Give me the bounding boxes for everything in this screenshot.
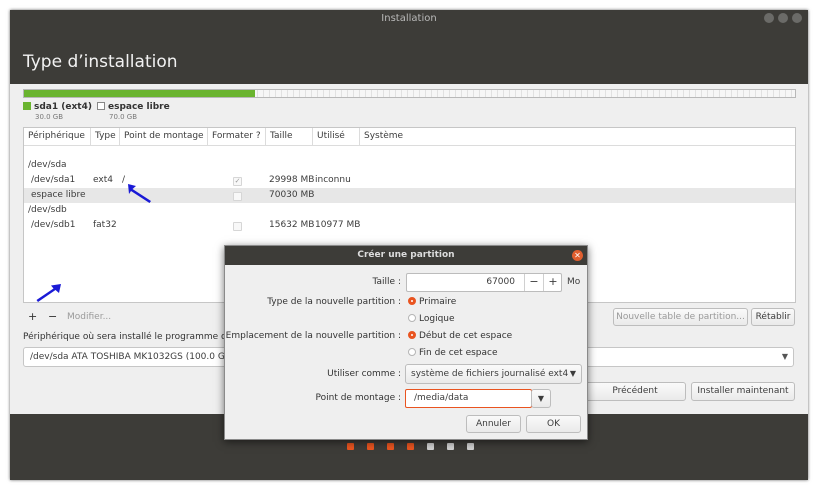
progress-dot-pending (447, 443, 454, 450)
size-input[interactable]: 67000 (486, 277, 515, 287)
annotation-arrow-icon (36, 284, 61, 302)
format-checkbox[interactable] (233, 222, 242, 231)
legend-size: 30.0 GB (35, 113, 64, 121)
close-button[interactable] (792, 13, 802, 23)
format-checkbox[interactable]: ✓ (233, 177, 242, 186)
progress-dot-done (387, 443, 394, 450)
maximize-button[interactable] (778, 13, 788, 23)
progress-dot-done (347, 443, 354, 450)
table-row[interactable]: /dev/sdb (24, 203, 795, 218)
size-unit: Mo (567, 277, 581, 287)
mount-point-dropdown-button[interactable]: ▼ (531, 389, 551, 408)
use-as-label: Utiliser comme : (327, 369, 401, 379)
progress-dot-pending (427, 443, 434, 450)
use-as-select[interactable]: système de fichiers journalisé ext4 ▼ (405, 364, 582, 384)
radio-label: Début de cet espace (419, 331, 513, 341)
partition-type-label: Type de la nouvelle partition : (267, 297, 401, 307)
table-row[interactable]: /dev/sdb1 fat32 15632 MB 10977 MB (24, 218, 795, 233)
col-mount[interactable]: Point de montage (120, 128, 208, 145)
dialog-title: Créer une partition (357, 250, 455, 260)
size-spinbox: 67000 − + (406, 273, 562, 292)
radio-beginning[interactable]: Début de cet espace (408, 331, 512, 341)
col-system[interactable]: Système (360, 128, 795, 145)
use-as-value: système de fichiers journalisé ext4 (411, 369, 569, 379)
cell-used: 10977 MB (315, 220, 361, 230)
back-button[interactable]: Précédent (584, 382, 686, 401)
ok-button[interactable]: OK (526, 415, 581, 433)
partition-location-label: Emplacement de la nouvelle partition : (225, 331, 401, 341)
modify-button[interactable]: Modifier... (67, 312, 111, 322)
disk-used-segment (24, 90, 256, 97)
radio-primary[interactable]: Primaire (408, 297, 456, 307)
col-device[interactable]: Périphérique (24, 128, 91, 145)
new-partition-table-button[interactable]: Nouvelle table de partition... (613, 308, 748, 326)
radio-indicator (408, 331, 416, 339)
mount-point-value: /media/data (414, 393, 469, 403)
cell-type: ext4 (93, 175, 113, 185)
table-row[interactable]: /dev/sda (24, 158, 795, 173)
cell-device: espace libre (31, 190, 86, 200)
legend-swatch-used (23, 102, 31, 110)
progress-dot-done (367, 443, 374, 450)
bootloader-label: Périphérique où sera installé le program… (23, 332, 233, 342)
col-type[interactable]: Type (91, 128, 120, 145)
annotation-arrow-icon (128, 184, 151, 203)
radio-logical[interactable]: Logique (408, 314, 455, 324)
size-label: Taille : (372, 277, 401, 287)
remove-partition-button[interactable]: − (48, 310, 57, 323)
legend-size: 70.0 GB (109, 113, 138, 121)
mount-point-label: Point de montage : (315, 393, 401, 403)
table-header: Périphérique Type Point de montage Forma… (24, 128, 795, 146)
radio-indicator (408, 314, 416, 322)
cell-device: /dev/sdb1 (31, 220, 76, 230)
create-partition-dialog: Créer une partition ✕ Taille : 67000 − +… (224, 245, 588, 440)
disk-usage-bar (23, 89, 796, 98)
chevron-down-icon: ▼ (781, 352, 788, 361)
header: Type d’installation (10, 28, 808, 84)
minimize-button[interactable] (764, 13, 774, 23)
legend-label: espace libre (108, 102, 170, 112)
progress-dot-done (407, 443, 414, 450)
radio-label: Logique (419, 314, 455, 324)
legend-label: sda1 (ext4) (34, 102, 92, 112)
progress-dot-pending (467, 443, 474, 450)
chevron-down-icon: ▼ (569, 369, 576, 378)
cell-device: /dev/sdb (28, 205, 67, 215)
col-used[interactable]: Utilisé (313, 128, 360, 145)
revert-button[interactable]: Rétablir (751, 308, 795, 326)
legend-sda1: sda1 (ext4) 30.0 GB (23, 102, 92, 121)
radio-indicator (408, 348, 416, 356)
radio-label: Primaire (419, 297, 457, 307)
format-checkbox[interactable] (233, 192, 242, 201)
install-now-button[interactable]: Installer maintenant (691, 382, 795, 401)
chevron-down-icon: ▼ (537, 394, 545, 403)
dialog-title-bar: Créer une partition ✕ (225, 246, 587, 265)
title-bar: Installation (10, 10, 808, 28)
col-size[interactable]: Taille (266, 128, 313, 145)
bootloader-value: /dev/sda ATA TOSHIBA MK1032GS (100.0 G (30, 352, 225, 362)
legend-free: espace libre 70.0 GB (97, 102, 170, 121)
legend-swatch-free (97, 102, 105, 110)
cell-size: 15632 MB (269, 220, 315, 230)
cancel-button[interactable]: Annuler (466, 415, 521, 433)
progress-dots (347, 443, 474, 450)
add-partition-button[interactable]: + (28, 310, 37, 323)
cell-size: 70030 MB (269, 190, 315, 200)
page-title: Type d’installation (23, 52, 178, 72)
cell-size: 29998 MB (269, 175, 315, 185)
radio-end[interactable]: Fin de cet espace (408, 348, 498, 358)
mount-point-input[interactable]: /media/data (405, 389, 532, 408)
dialog-close-icon[interactable]: ✕ (572, 250, 583, 261)
radio-label: Fin de cet espace (419, 348, 498, 358)
cell-used: inconnu (315, 175, 351, 185)
col-format[interactable]: Formater ? (208, 128, 266, 145)
cell-device: /dev/sda (28, 160, 67, 170)
window-title: Installation (381, 13, 437, 24)
cell-type: fat32 (93, 220, 117, 230)
size-decrement-button[interactable]: − (524, 274, 543, 291)
cell-device: /dev/sda1 (31, 175, 76, 185)
window-buttons (764, 13, 802, 23)
radio-indicator (408, 297, 416, 305)
size-increment-button[interactable]: + (543, 274, 562, 291)
